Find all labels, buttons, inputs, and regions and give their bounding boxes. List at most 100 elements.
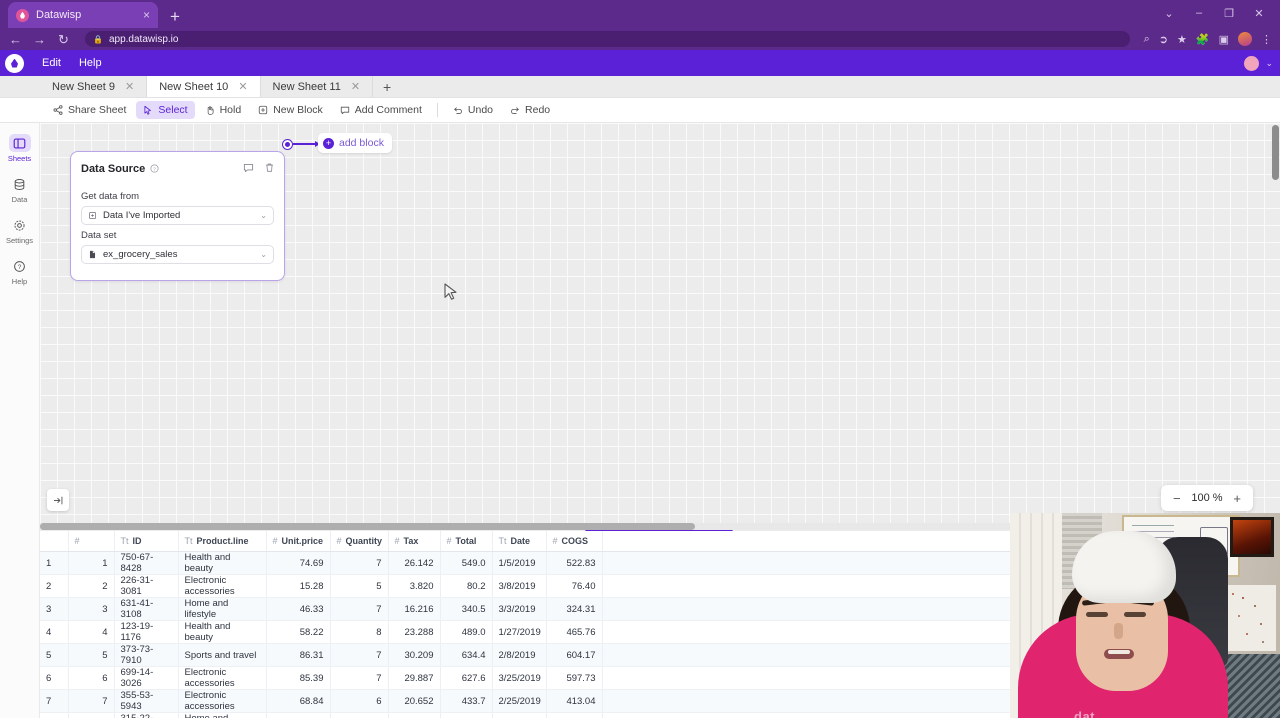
cell-quantity[interactable]: 8 (330, 620, 389, 644)
cell-date[interactable]: 3/8/2019 (492, 574, 547, 598)
help-circle-icon[interactable]: ? (150, 163, 159, 175)
cell-product-line[interactable]: Health and beauty (178, 551, 267, 575)
cell-product-line[interactable]: Health and beauty (178, 620, 267, 644)
cell-tax[interactable]: 30.209 (388, 643, 441, 667)
close-icon[interactable]: ✕ (351, 80, 360, 93)
close-icon[interactable]: ✕ (238, 80, 247, 93)
browser-menu-icon[interactable]: ⋮ (1261, 33, 1272, 46)
cell-cogs[interactable]: 324.31 (546, 597, 603, 621)
address-bar[interactable]: 🔒 app.datawisp.io (85, 31, 1130, 47)
window-close-icon[interactable]: ✕ (1244, 2, 1274, 24)
cell-product-line[interactable]: Sports and travel (178, 643, 267, 667)
cell-date[interactable]: 2/8/2019 (492, 643, 547, 667)
cell-quantity[interactable]: 7 (330, 666, 389, 690)
cell-date[interactable]: 3/3/2019 (492, 597, 547, 621)
column-header-tax[interactable]: # Tax (388, 531, 441, 552)
cell-quantity[interactable]: 7 (330, 643, 389, 667)
new-tab-button[interactable]: + (170, 8, 180, 25)
cell-unit-price[interactable]: 73.56 (266, 712, 331, 718)
cell-total[interactable]: 627.6 (440, 666, 493, 690)
cell-index[interactable]: 2 (68, 574, 115, 598)
cell-index[interactable]: 7 (68, 689, 115, 713)
cell-tax[interactable]: 16.216 (388, 597, 441, 621)
share-icon[interactable]: ➲ (1159, 33, 1168, 46)
cell-total[interactable]: 634.4 (440, 643, 493, 667)
datawisp-logo-icon[interactable] (5, 53, 24, 73)
cell-id[interactable]: 355-53-5943 (114, 689, 179, 713)
bookmark-star-icon[interactable]: ★ (1177, 33, 1187, 46)
cell-total[interactable]: 80.2 (440, 574, 493, 598)
column-header-id[interactable]: Tt ID (114, 531, 179, 552)
forward-icon[interactable]: → (32, 33, 47, 46)
cell-unit-price[interactable]: 68.84 (266, 689, 331, 713)
cell-id[interactable]: 631-41-3108 (114, 597, 179, 621)
new-block-button[interactable]: New Block (251, 101, 330, 119)
extensions-puzzle-icon[interactable]: 🧩 (1196, 33, 1210, 46)
add-comment-button[interactable]: Add Comment (333, 101, 429, 119)
cell-index[interactable]: 4 (68, 620, 115, 644)
cell-id[interactable]: 750-67-8428 (114, 551, 179, 575)
minimize-icon[interactable]: – (1184, 2, 1214, 24)
cell-product-line[interactable]: Electronic accessories (178, 689, 267, 713)
cell-index[interactable]: 1 (68, 551, 115, 575)
undo-button[interactable]: Undo (446, 101, 500, 119)
cell-tax[interactable]: 29.887 (388, 666, 441, 690)
cell-product-line[interactable]: Electronic accessories (178, 574, 267, 598)
profile-avatar[interactable] (1238, 32, 1252, 46)
cell-cogs[interactable]: 76.40 (546, 574, 603, 598)
cell-unit-price[interactable]: 15.28 (266, 574, 331, 598)
cell-id[interactable]: 315-22-5665 (114, 712, 179, 718)
cell-total[interactable]: 549.0 (440, 551, 493, 575)
select-tool-button[interactable]: Select (136, 101, 195, 119)
zoom-out-button[interactable]: − (1173, 492, 1181, 505)
cell-unit-price[interactable]: 46.33 (266, 597, 331, 621)
close-icon[interactable]: × (143, 9, 150, 21)
column-header-quantity[interactable]: # Quantity (330, 531, 389, 552)
cell-quantity[interactable]: 7 (330, 597, 389, 621)
data-source-block[interactable]: Data Source ? Get data from Data I've Im… (70, 151, 285, 281)
cell-unit-price[interactable]: 85.39 (266, 666, 331, 690)
cell-tax[interactable]: 20.652 (388, 689, 441, 713)
column-header-unit-price[interactable]: # Unit.price (266, 531, 331, 552)
cell-product-line[interactable]: Home and lifestyle (178, 712, 267, 718)
cell-date[interactable]: 1/5/2019 (492, 551, 547, 575)
add-block-button[interactable]: + add block (318, 133, 392, 153)
rail-item-data[interactable]: Data (0, 170, 39, 211)
browser-tab[interactable]: Datawisp × (8, 2, 158, 28)
cell-quantity[interactable]: 6 (330, 689, 389, 713)
trash-icon[interactable] (264, 160, 275, 178)
menu-help[interactable]: Help (70, 57, 111, 69)
cell-id[interactable]: 699-14-3026 (114, 666, 179, 690)
block-output-port[interactable] (283, 140, 292, 149)
get-data-from-select[interactable]: Data I've Imported ⌄ (81, 206, 274, 225)
cell-index[interactable]: 8 (68, 712, 115, 718)
zoom-in-button[interactable]: + (1233, 492, 1241, 505)
cell-tax[interactable]: 3.820 (388, 574, 441, 598)
cell-product-line[interactable]: Electronic accessories (178, 666, 267, 690)
column-header-index[interactable]: # (68, 531, 115, 552)
chevron-down-icon[interactable]: ⌄ (260, 250, 267, 259)
cell-total[interactable]: 489.0 (440, 620, 493, 644)
cell-date[interactable]: 1/27/2019 (492, 620, 547, 644)
canvas-vertical-scrollbar[interactable] (1272, 125, 1279, 180)
cell-date[interactable]: 2/24/2019 (492, 712, 547, 718)
comment-icon[interactable] (243, 160, 254, 178)
chevron-down-icon[interactable]: ⌄ (260, 211, 267, 220)
cell-cogs[interactable]: 465.76 (546, 620, 603, 644)
data-set-select[interactable]: ex_grocery_sales ⌄ (81, 245, 274, 264)
menu-edit[interactable]: Edit (33, 57, 70, 69)
add-sheet-button[interactable]: + (373, 76, 401, 97)
horizontal-scrollbar[interactable] (40, 523, 695, 530)
cell-cogs[interactable]: 522.83 (546, 551, 603, 575)
search-icon[interactable]: ⌕ (1144, 33, 1150, 46)
cell-index[interactable]: 3 (68, 597, 115, 621)
cell-total[interactable]: 340.5 (440, 597, 493, 621)
cell-total[interactable]: 772.4 (440, 712, 493, 718)
hold-tool-button[interactable]: Hold (198, 101, 249, 119)
reload-icon[interactable]: ↻ (56, 33, 71, 46)
rail-item-help[interactable]: ? Help (0, 252, 39, 293)
cell-id[interactable]: 226-31-3081 (114, 574, 179, 598)
maximize-icon[interactable]: ❐ (1214, 2, 1244, 24)
column-header-cogs[interactable]: # COGS (546, 531, 603, 552)
cell-date[interactable]: 3/25/2019 (492, 666, 547, 690)
